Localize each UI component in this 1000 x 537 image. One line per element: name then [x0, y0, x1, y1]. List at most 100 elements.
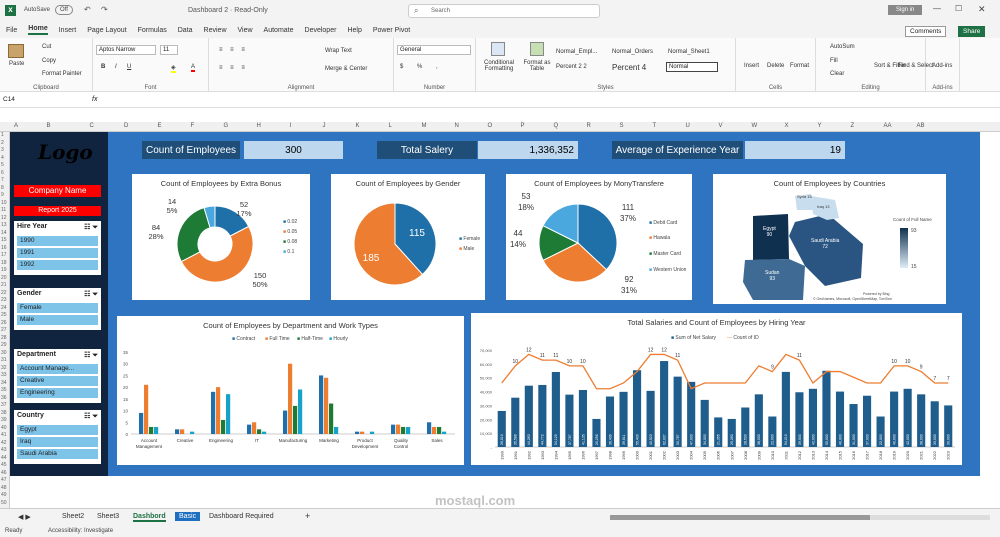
chart-hiring-year[interactable]: Total Salaries and Count of Employees by… [471, 313, 962, 465]
bar[interactable] [334, 426, 339, 434]
maximize-icon[interactable]: ☐ [955, 4, 962, 13]
row-header[interactable]: 23 [1, 297, 7, 303]
bar[interactable] [257, 429, 262, 434]
column-header[interactable]: G [224, 123, 229, 129]
bar[interactable] [139, 412, 144, 434]
bar[interactable] [226, 394, 231, 434]
clear-button[interactable]: Clear [830, 71, 844, 77]
row-header[interactable]: 40 [1, 425, 7, 431]
formula-input[interactable] [106, 96, 996, 106]
row-header[interactable]: 7 [1, 177, 4, 183]
fx-icon[interactable]: fx [92, 96, 97, 103]
column-header[interactable]: J [323, 123, 326, 129]
row-header[interactable]: 50 [1, 500, 7, 506]
format-table-icon[interactable] [530, 42, 544, 56]
row-header[interactable]: 28 [1, 335, 7, 341]
column-header[interactable]: I [290, 123, 292, 129]
column-header[interactable]: C [90, 123, 94, 129]
row-header[interactable]: 48 [1, 485, 7, 491]
filter-icon[interactable]: ☷ ⏷ [84, 412, 98, 421]
column-header[interactable]: D [124, 123, 128, 129]
column-header[interactable]: B [47, 123, 51, 129]
column-header[interactable]: O [488, 123, 493, 129]
bar[interactable] [437, 426, 442, 434]
fill-color-icon[interactable]: ◈ [171, 64, 176, 73]
slicer-item[interactable]: 1991 [17, 248, 98, 258]
cut-button[interactable]: Cut [42, 44, 51, 50]
bar[interactable] [329, 403, 334, 434]
chart-department-worktype[interactable]: Count of Employees by Department and Wor… [117, 316, 464, 465]
pie-slice[interactable] [176, 206, 211, 263]
row-header[interactable]: 10 [1, 200, 7, 206]
column-header[interactable]: P [521, 123, 525, 129]
row-header[interactable]: 4 [1, 155, 4, 161]
row-header[interactable]: 17 [1, 252, 7, 258]
slicer-country[interactable]: Country ☷ ⏷ Egypt Iraq Saudi Arabia [14, 410, 101, 464]
row-header[interactable]: 49 [1, 492, 7, 498]
column-header[interactable]: S [620, 123, 624, 129]
bar[interactable] [442, 431, 447, 434]
tab-file[interactable]: File [6, 27, 17, 34]
horizontal-scrollbar[interactable] [610, 515, 990, 520]
bar[interactable] [288, 363, 293, 434]
row-header[interactable]: 41 [1, 432, 7, 438]
row-header[interactable]: 46 [1, 470, 7, 476]
column-header[interactable]: Y [818, 123, 822, 129]
tab-insert[interactable]: Insert [59, 27, 77, 34]
merge-center-button[interactable]: Merge & Center [325, 66, 367, 72]
column-header[interactable]: A [14, 123, 18, 129]
bar[interactable] [154, 426, 159, 434]
slicer-item[interactable]: Egypt [17, 425, 98, 435]
autosum-button[interactable]: AutoSum [830, 44, 855, 50]
row-header[interactable]: 22 [1, 290, 7, 296]
bar[interactable] [370, 431, 375, 434]
align-icons[interactable]: ≡ ≡ ≡ [219, 47, 248, 53]
style-normal[interactable]: Normal [666, 62, 718, 72]
chart-countries-map[interactable]: Count of Employees by Countries Egypt 90 … [713, 174, 946, 304]
bar[interactable] [319, 375, 324, 434]
bar[interactable] [175, 429, 180, 434]
column-header[interactable]: X [785, 123, 789, 129]
column-header[interactable]: AA [884, 123, 892, 129]
bar[interactable] [427, 422, 432, 434]
name-box[interactable]: C14 [3, 96, 63, 103]
chart-money-transfer[interactable]: Count of Employees by MonyTransfere 111 3… [506, 174, 692, 300]
bar[interactable] [211, 391, 216, 434]
slicer-item[interactable]: Engineering [17, 388, 98, 398]
align-icons-2[interactable]: ≡ ≡ ≡ [219, 65, 248, 71]
filter-icon[interactable]: ☷ ⏷ [84, 351, 98, 360]
column-header[interactable]: H [257, 123, 261, 129]
delete-button[interactable]: Delete [767, 63, 784, 69]
row-header[interactable]: 42 [1, 440, 7, 446]
row-header[interactable]: 6 [1, 170, 4, 176]
bar[interactable] [283, 410, 288, 434]
row-header[interactable]: 18 [1, 260, 7, 266]
row-header[interactable]: 29 [1, 342, 7, 348]
font-color-icon[interactable]: A [191, 64, 196, 72]
format-painter-button[interactable]: Format Painter [42, 71, 82, 77]
sheet-tab-dashbord[interactable]: Dashbord [133, 513, 166, 522]
sheet-tab-sheet3[interactable]: Sheet3 [97, 513, 119, 520]
row-header[interactable]: 16 [1, 245, 7, 251]
redo-icon[interactable]: ↷ [101, 5, 108, 14]
row-header[interactable]: 34 [1, 380, 7, 386]
column-header[interactable]: R [587, 123, 591, 129]
column-header[interactable]: T [653, 123, 657, 129]
slicer-hire-year[interactable]: Hire Year ☷ ⏷ 1990 1991 1992 [14, 221, 101, 275]
tab-home[interactable]: Home [28, 25, 48, 35]
signin-button[interactable]: Sign in [888, 5, 923, 15]
row-header[interactable]: 2 [1, 140, 4, 146]
format-table-button[interactable]: Format as Table [522, 60, 552, 72]
bar[interactable] [293, 405, 298, 434]
row-header[interactable]: 21 [1, 282, 7, 288]
row-header[interactable]: 45 [1, 462, 7, 468]
row-header[interactable]: 26 [1, 320, 7, 326]
row-header[interactable]: 38 [1, 410, 7, 416]
row-header[interactable]: 35 [1, 387, 7, 393]
tab-view[interactable]: View [238, 27, 253, 34]
cond-format-button[interactable]: Conditional Formatting [479, 60, 519, 72]
row-header[interactable]: 39 [1, 417, 7, 423]
slicer-item[interactable]: Female [17, 303, 98, 313]
minimize-icon[interactable]: — [933, 4, 941, 13]
slicer-item[interactable]: Saudi Arabia [17, 449, 98, 459]
